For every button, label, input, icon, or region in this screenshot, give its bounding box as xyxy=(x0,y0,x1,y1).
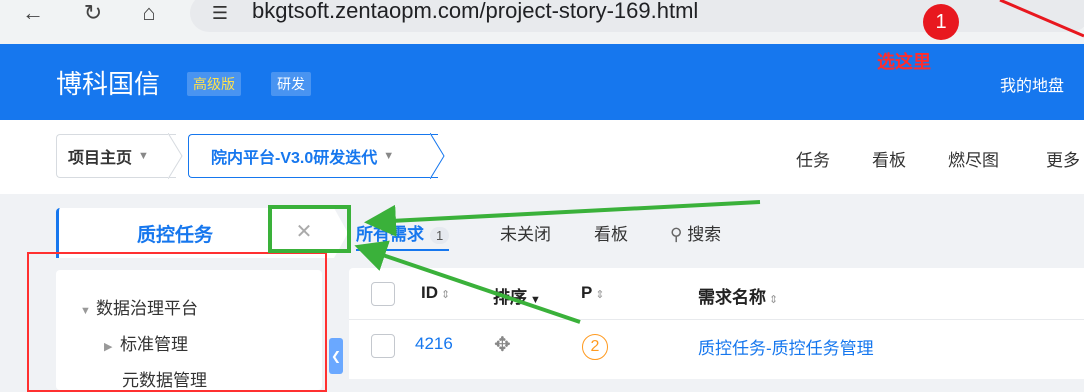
column-order-label: 排序 xyxy=(493,288,527,307)
story-id-link[interactable]: 4216 xyxy=(415,334,453,354)
priority-badge: 2 xyxy=(582,334,608,360)
tune-icon[interactable]: ☰ xyxy=(205,0,235,26)
dev-badge[interactable]: 研发 xyxy=(271,72,311,96)
row-checkbox[interactable] xyxy=(371,334,395,358)
filter-all-stories[interactable]: 所有需求 1 xyxy=(356,220,450,251)
breadcrumb-home[interactable]: 项目主页 ▼ xyxy=(56,134,176,178)
red-highlight-box xyxy=(27,252,327,392)
sort-icon: ⇕ xyxy=(769,294,779,306)
edition-badge: 高级版 xyxy=(187,72,241,96)
green-arrow-upper xyxy=(364,200,761,237)
collapse-sidebar-handle[interactable]: ❮ xyxy=(329,338,343,374)
filter-unclosed[interactable]: 未关闭 xyxy=(500,220,551,245)
column-priority-label: P xyxy=(581,283,593,302)
green-highlight-box xyxy=(268,205,351,253)
count-badge: 1 xyxy=(430,227,450,244)
breadcrumb-project-label: 院内平台-V3.0研发迭代 xyxy=(211,150,378,167)
brand-logo[interactable]: 博科国信 xyxy=(56,64,160,101)
story-table: ID ⇕ 排序 ▼ P ⇕ 需求名称 ⇕ 4216 ✥ 2 质控任务-质控任务管理 xyxy=(349,268,1084,379)
nav-my-area[interactable]: 我的地盘 xyxy=(1000,72,1064,96)
chevron-right-icon xyxy=(430,133,445,179)
annotation-number: 1 xyxy=(923,4,959,40)
search-icon: ⚲ xyxy=(670,225,683,244)
breadcrumb: 项目主页 ▼ 院内平台-V3.0研发迭代 ▼ 任务 看板 燃尽图 更多 xyxy=(0,120,1084,194)
chevron-right-icon xyxy=(168,133,183,179)
column-name[interactable]: 需求名称 ⇕ xyxy=(698,283,778,308)
arrow-left-icon[interactable]: ← xyxy=(18,0,48,26)
url-text[interactable]: bkgtsoft.zentaopm.com/project-story-169.… xyxy=(252,0,698,24)
filter-all-label: 所有需求 xyxy=(356,225,424,244)
annotation-label: 选这里 xyxy=(877,52,931,72)
reload-icon[interactable]: ↻ xyxy=(78,0,108,26)
menu-kanban[interactable]: 看板 xyxy=(872,146,906,171)
drag-handle-icon[interactable]: ✥ xyxy=(494,332,511,357)
breadcrumb-home-label: 项目主页 xyxy=(68,150,133,167)
module-title: 质控任务 xyxy=(137,225,214,246)
column-priority[interactable]: P ⇕ xyxy=(581,283,605,303)
breadcrumb-project[interactable]: 院内平台-V3.0研发迭代 ▼ xyxy=(188,134,438,178)
filter-kanban[interactable]: 看板 xyxy=(594,220,628,245)
sort-icon: ⇕ xyxy=(595,289,605,301)
column-order[interactable]: 排序 ▼ xyxy=(493,283,541,308)
app-header: 博科国信 高级版 研发 选这里 我的地盘 xyxy=(0,44,1084,120)
table-header: ID ⇕ 排序 ▼ P ⇕ 需求名称 ⇕ xyxy=(349,268,1084,320)
menu-burndown[interactable]: 燃尽图 xyxy=(948,146,999,171)
search-button[interactable]: ⚲ 搜索 xyxy=(670,220,721,245)
chevron-left-icon: ❮ xyxy=(330,349,342,363)
column-name-label: 需求名称 xyxy=(698,288,766,307)
search-label: 搜索 xyxy=(687,225,722,244)
column-id[interactable]: ID ⇕ xyxy=(421,283,450,303)
select-all-checkbox[interactable] xyxy=(371,282,395,306)
sort-icon: ⇕ xyxy=(441,289,451,301)
menu-more[interactable]: 更多 xyxy=(1046,146,1080,171)
sort-down-icon: ▼ xyxy=(530,294,541,306)
column-id-label: ID xyxy=(421,283,438,302)
browser-toolbar: ← ↻ ⌂ ☰ bkgtsoft.zentaopm.com/project-st… xyxy=(0,0,1084,44)
chevron-down-icon: ▼ xyxy=(383,150,395,162)
home-icon[interactable]: ⌂ xyxy=(134,0,164,26)
table-row: 4216 ✥ 2 质控任务-质控任务管理 xyxy=(349,320,1084,372)
chevron-down-icon: ▼ xyxy=(138,150,149,162)
story-name-link[interactable]: 质控任务-质控任务管理 xyxy=(698,334,874,359)
menu-task[interactable]: 任务 xyxy=(796,146,830,171)
